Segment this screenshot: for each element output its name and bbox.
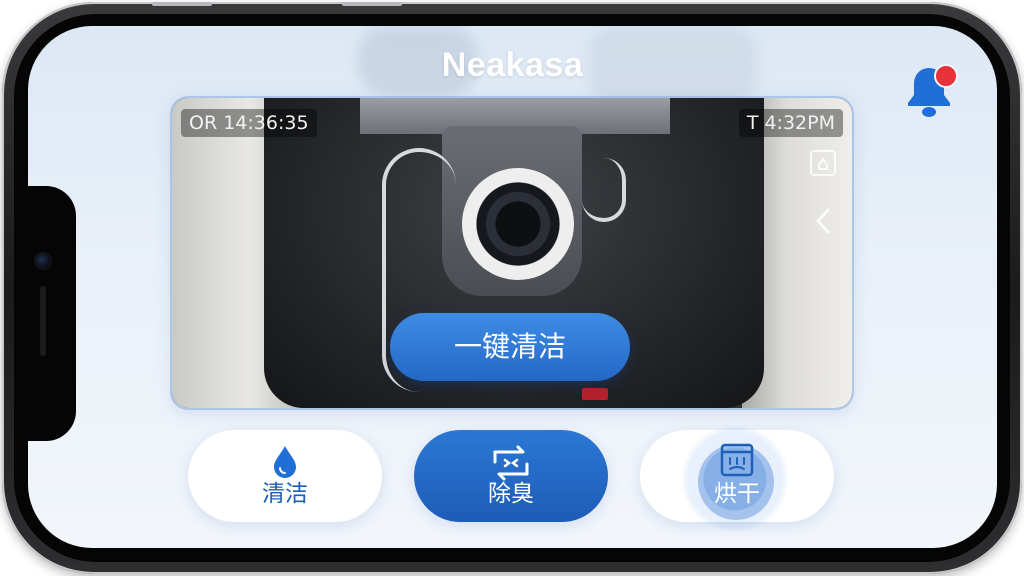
earpiece-speaker	[40, 286, 46, 356]
one-click-clean-button[interactable]: 一键清洁	[390, 313, 630, 381]
feed-red-light	[582, 388, 608, 400]
timestamp-left: OR 14:36:35	[181, 109, 317, 137]
notification-bell-button[interactable]	[904, 62, 958, 118]
snapshot-button[interactable]	[808, 148, 838, 183]
touch-frame-icon	[810, 150, 836, 176]
notification-badge	[934, 64, 958, 88]
feed-cable	[582, 158, 626, 222]
volume-button	[152, 2, 212, 6]
mode-deodorize-label: 除臭	[488, 481, 534, 507]
app-title: Neakasa	[441, 46, 584, 84]
chevron-left-icon	[815, 208, 830, 234]
side-button	[342, 2, 402, 6]
mode-deodorize-button[interactable]: 除臭	[414, 430, 608, 522]
camera-feed[interactable]: OR 14:36:35 T 4:32PM 一键清洁	[172, 98, 852, 408]
feed-camera-lens	[462, 168, 574, 280]
front-camera	[36, 254, 50, 268]
mode-dry-button[interactable]: 烘干	[640, 424, 834, 534]
timestamp-right: T 4:32PM	[738, 109, 843, 137]
mode-clean-label: 清洁	[262, 481, 308, 507]
mode-clean-button[interactable]: 清洁	[188, 430, 382, 522]
collapse-panel-button[interactable]	[814, 206, 832, 241]
mode-dry-label: 烘干	[714, 481, 760, 507]
app-screen: Neakasa OR 14:36:35 T 4:32PM 一键清洁 清洁 除臭 …	[28, 26, 997, 548]
phone-notch	[28, 186, 76, 441]
